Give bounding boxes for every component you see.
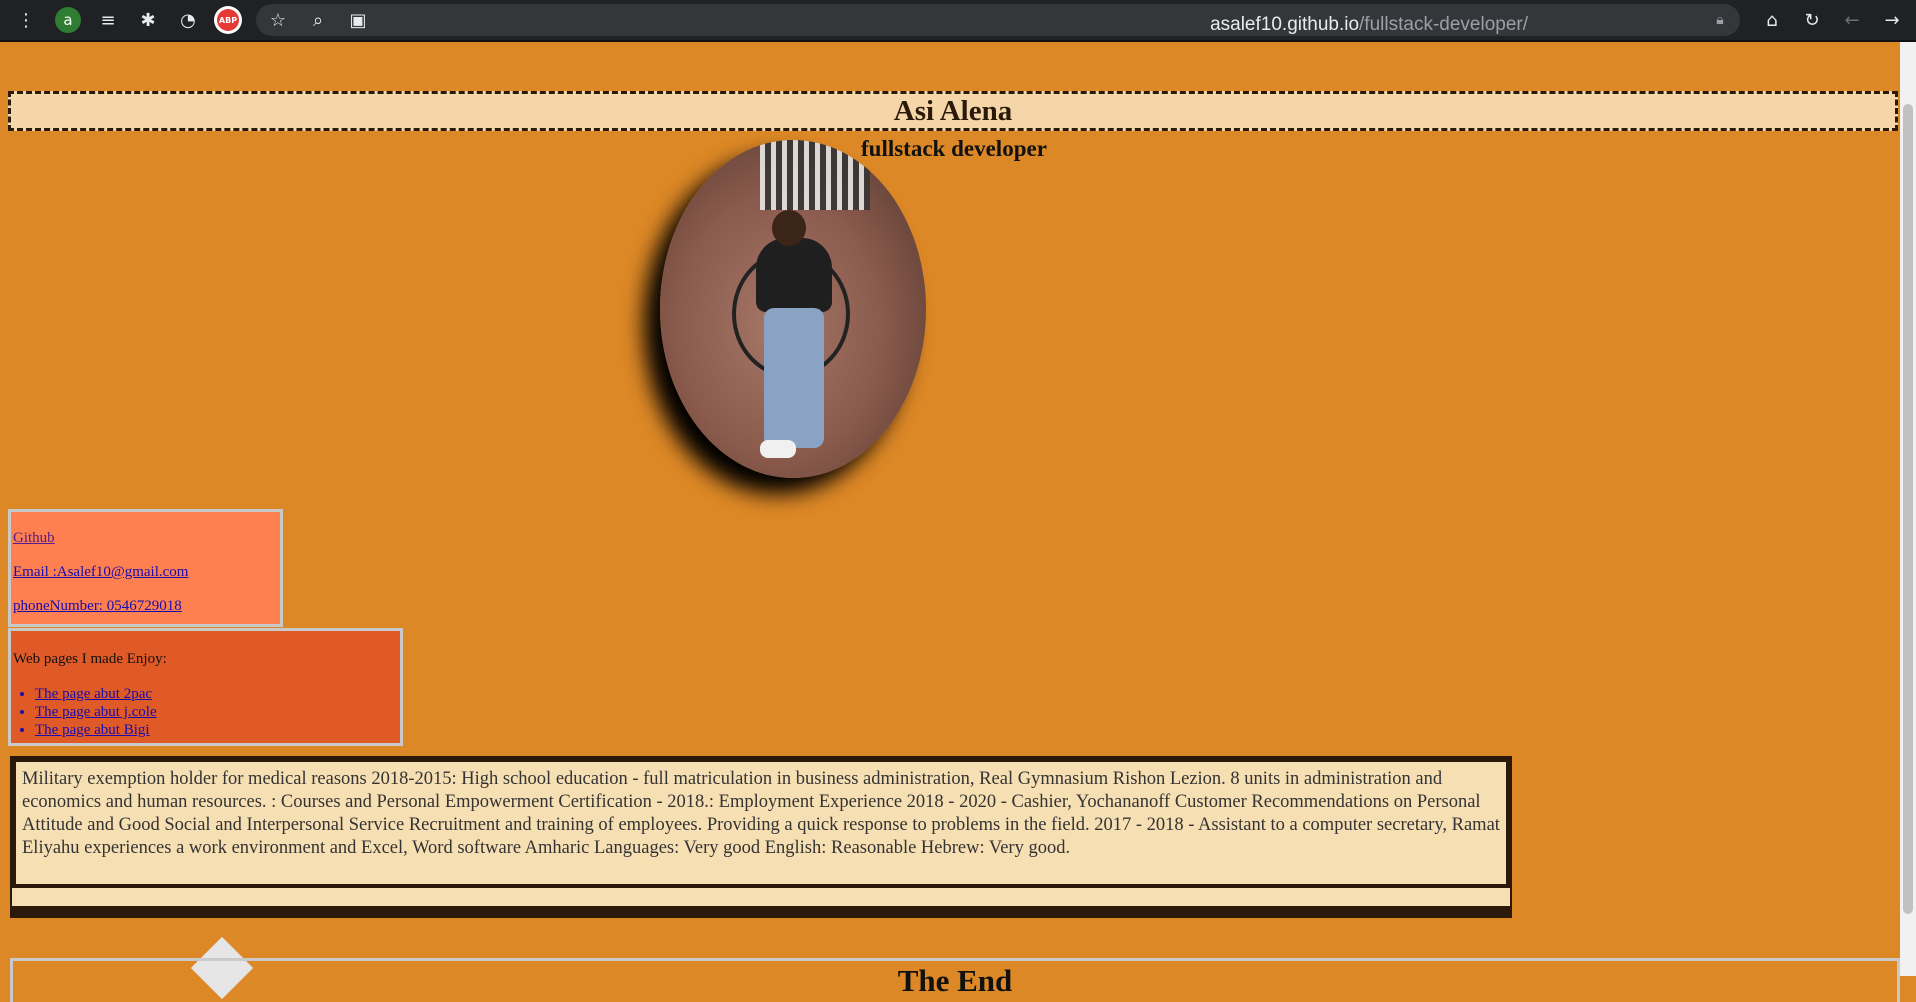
browser-toolbar: ⋮ a ≡ ✱ ◔ ABP ☆ ⌕ ▣ asalef10.github.io/f…	[0, 0, 1916, 42]
adblock-button[interactable]: ABP	[214, 6, 242, 34]
list-item: The page abut Bigi	[35, 721, 400, 739]
back-arrow-icon[interactable]: ←	[1838, 6, 1866, 34]
adblock-icon: ABP	[217, 9, 239, 31]
page-scrollbar[interactable]	[1900, 42, 1916, 976]
webpages-box: Web pages I made Enjoy: The page abut 2p…	[8, 628, 403, 746]
lock-icon[interactable]: 🔒︎	[1706, 6, 1734, 34]
profile-avatar-icon: a	[55, 7, 81, 33]
webpage-link-2pac[interactable]: The page abut 2pac	[35, 686, 152, 702]
webpages-list: The page abut 2pac The page abut j.cole …	[13, 685, 400, 739]
url-text: asalef10.github.io/fullstack-developer/	[1210, 14, 1528, 36]
find-icon[interactable]: ⌕	[304, 6, 332, 34]
page-subtitle: fullstack developer	[861, 136, 1047, 161]
reload-icon[interactable]: ↻	[1798, 6, 1826, 34]
list-item: The page abut 2pac	[35, 685, 400, 703]
extension-circle-icon[interactable]: ◔	[174, 6, 202, 34]
translate-icon[interactable]: ▣	[344, 6, 372, 34]
bio-text: Military exemption holder for medical re…	[16, 762, 1506, 884]
forward-arrow-icon[interactable]: →	[1878, 6, 1906, 34]
github-link[interactable]: Github	[13, 530, 280, 547]
webpage-link-bigi[interactable]: The page abut Bigi	[35, 722, 150, 738]
page-title: Asi Alena	[8, 91, 1898, 132]
profile-avatar-button[interactable]: a	[54, 6, 82, 34]
url-path: /fullstack-developer/	[1359, 14, 1528, 35]
photo-person-shoe	[760, 440, 796, 458]
extensions-puzzle-icon[interactable]: ✱	[134, 6, 162, 34]
bio-section: Military exemption holder for medical re…	[10, 756, 1512, 918]
url-host: asalef10.github.io	[1210, 14, 1360, 35]
home-icon[interactable]: ⌂	[1758, 6, 1786, 34]
list-item: The page abut j.cole	[35, 703, 400, 721]
media-control-icon[interactable]: ≡	[94, 6, 122, 34]
photo-person-head	[772, 210, 806, 246]
photo-fence	[760, 140, 870, 210]
page-footer: The End	[10, 957, 1900, 1002]
bio-bottom-bar	[12, 888, 1510, 906]
scrollbar-thumb[interactable]	[1903, 104, 1913, 914]
address-bar[interactable]: ☆ ⌕ ▣ asalef10.github.io/fullstack-devel…	[256, 4, 1740, 36]
bookmark-star-icon[interactable]: ☆	[264, 6, 292, 34]
profile-photo	[660, 140, 926, 478]
email-link[interactable]: Email :Asalef10@gmail.com	[13, 564, 280, 581]
contact-box: Github Email :Asalef10@gmail.com phoneNu…	[8, 509, 283, 627]
photo-person-body	[756, 238, 832, 312]
photo-person-legs	[764, 308, 824, 448]
phone-link[interactable]: phoneNumber: 0546729018	[13, 598, 280, 615]
menu-kebab-icon[interactable]: ⋮	[12, 6, 40, 34]
webpage-link-jcole[interactable]: The page abut j.cole	[35, 704, 157, 720]
webpages-intro: Web pages I made Enjoy:	[13, 651, 167, 667]
